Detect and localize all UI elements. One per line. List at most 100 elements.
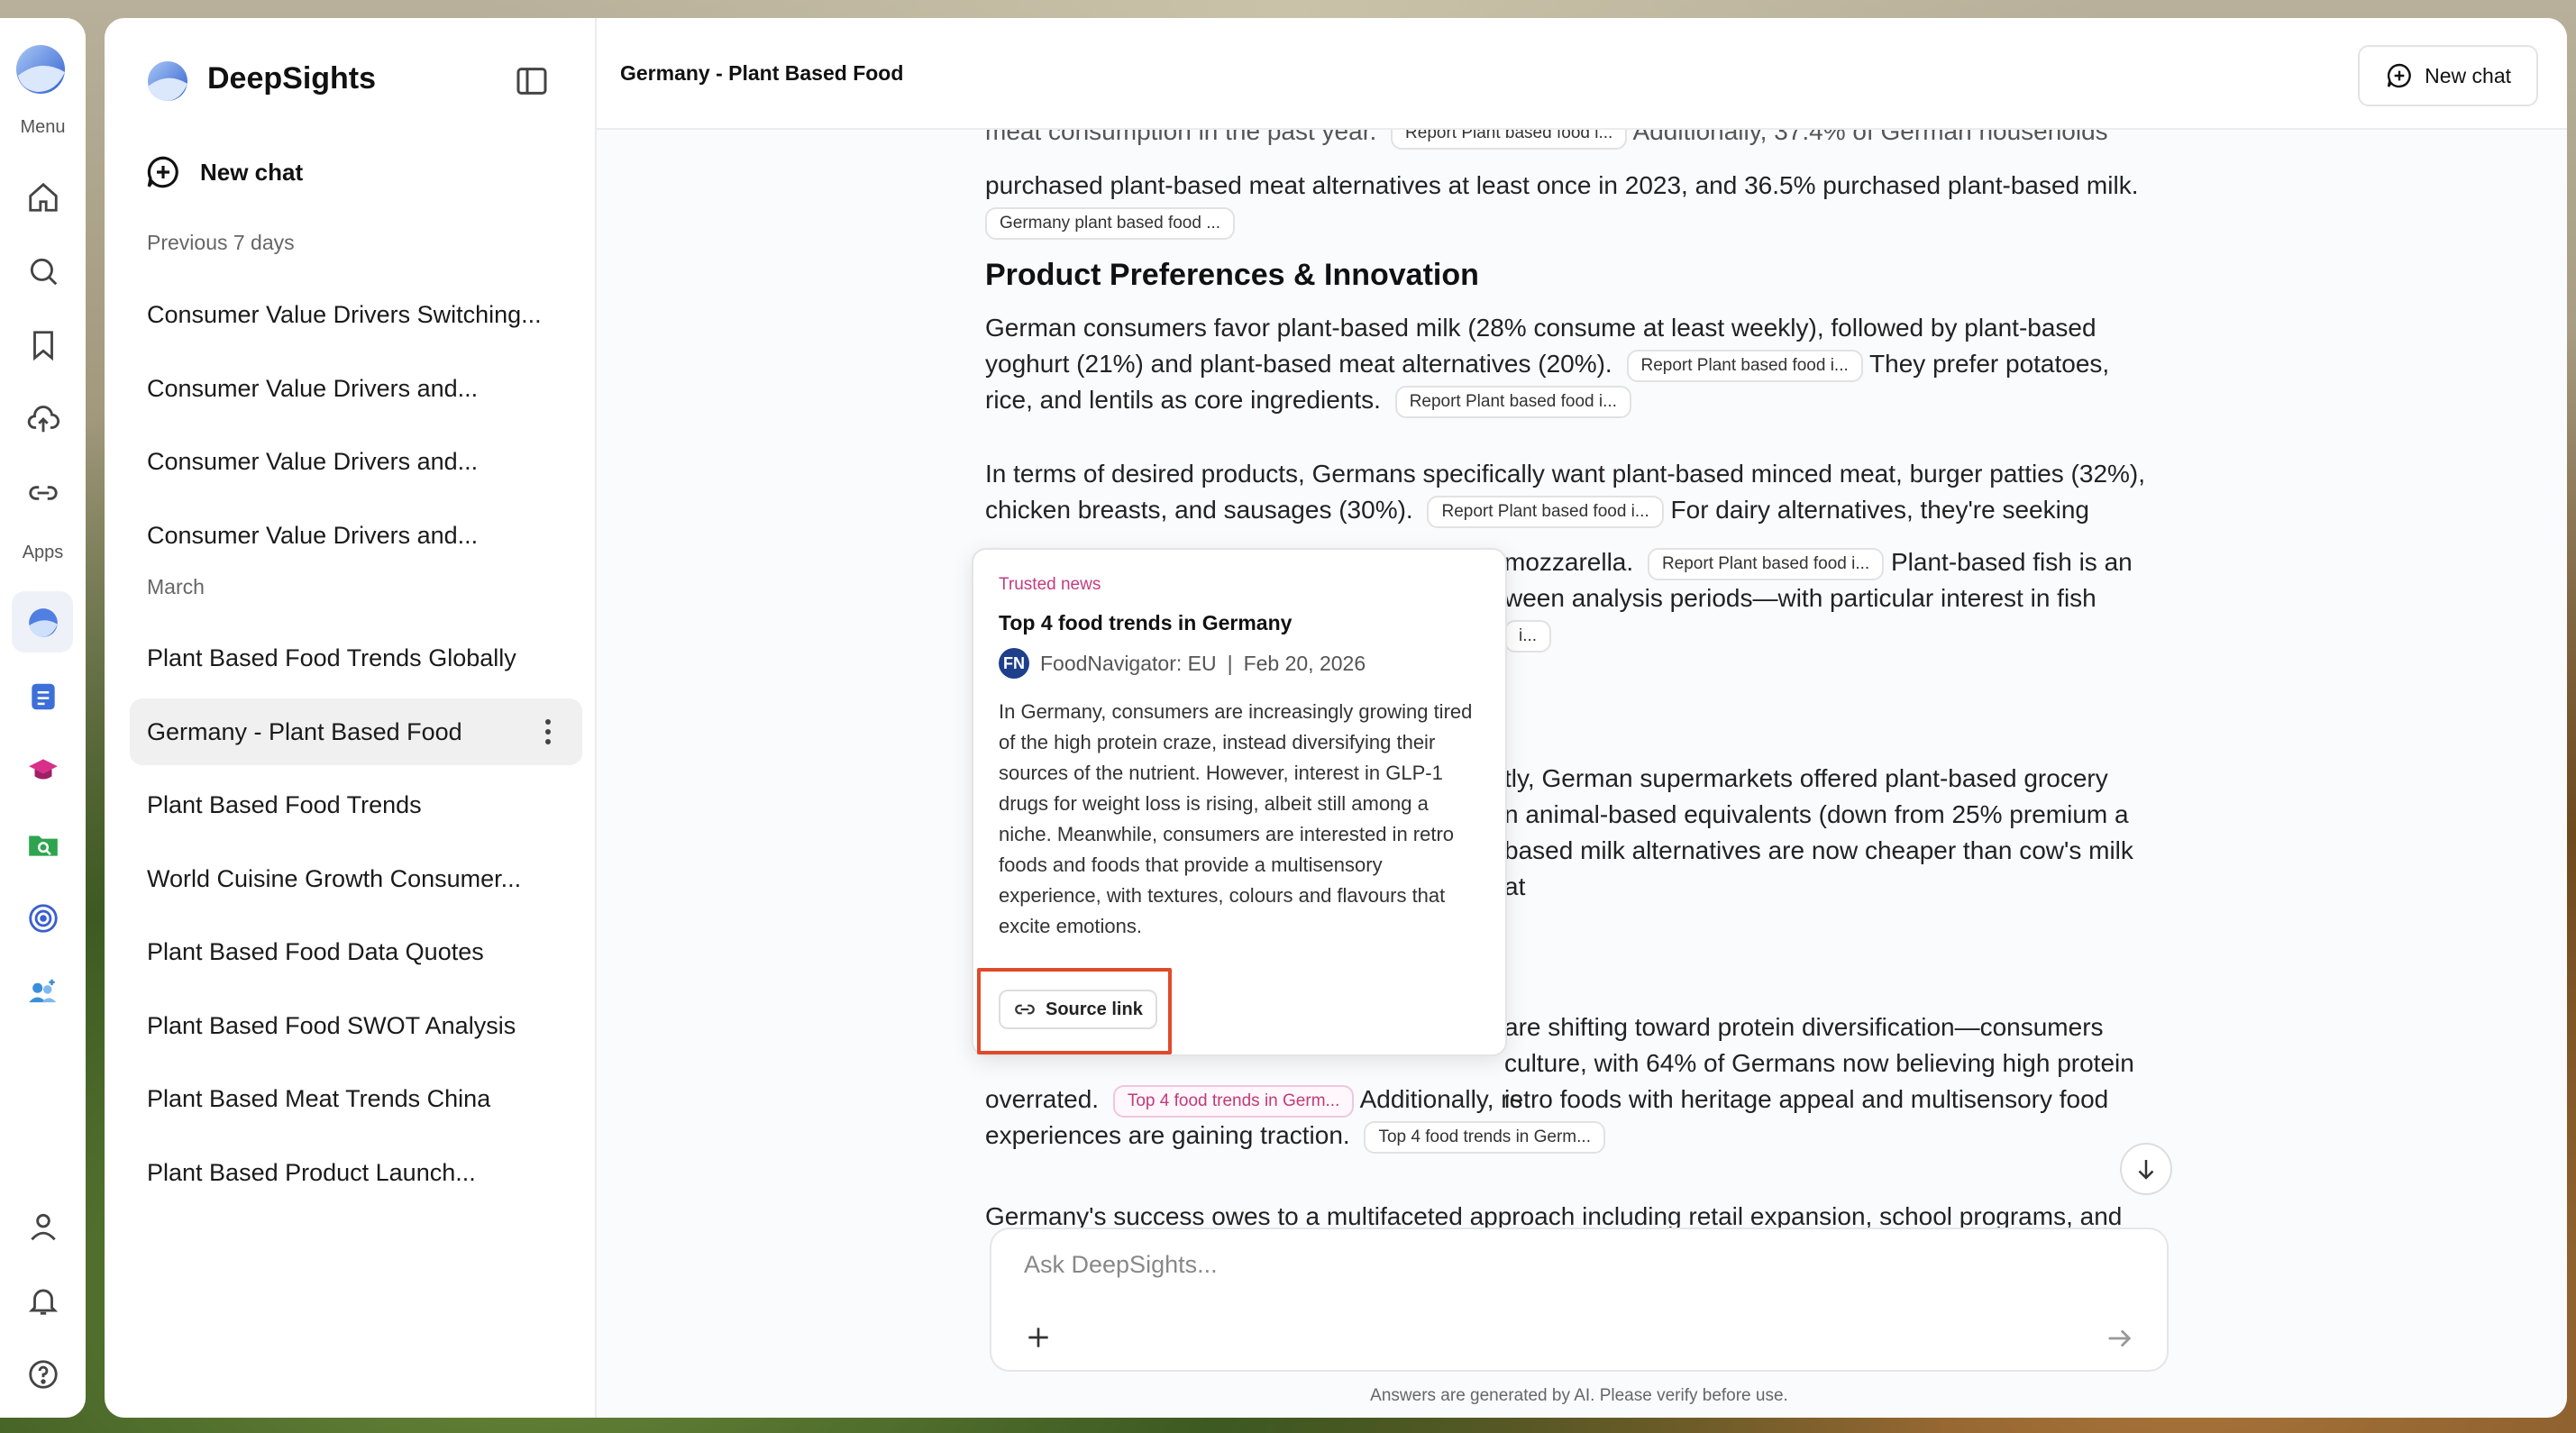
source-publisher: FoodNavigator: EU — [1040, 651, 1217, 675]
chat-item[interactable]: Plant Based Food SWOT Analysis — [130, 992, 582, 1059]
text-fragment: ween analysis periods—with particular in… — [1504, 584, 2096, 612]
text-fragment: mozzarella. — [1504, 548, 1634, 576]
menu-label: Menu — [20, 117, 66, 137]
deepsights-logo-icon[interactable] — [11, 40, 70, 99]
section-previous-7-days: Previous 7 days — [147, 231, 295, 254]
text-fragment: experiences are gaining traction. — [985, 1121, 1350, 1149]
deepsights-app-icon[interactable] — [24, 604, 62, 642]
document-app-icon[interactable] — [24, 678, 62, 716]
page-title: Germany - Plant Based Food — [620, 61, 904, 85]
meta-separator: | — [1227, 651, 1233, 675]
ask-input[interactable] — [1024, 1251, 2015, 1279]
answer-paragraph: In terms of desired products, Germans sp… — [985, 456, 2157, 528]
scroll-down-button[interactable] — [2120, 1143, 2172, 1195]
ask-box — [990, 1228, 2169, 1372]
text-fragment: purchased plant-based meat alternatives … — [985, 171, 2139, 199]
text-fragment: tly, German supermarkets offered plant-b… — [1504, 764, 2108, 792]
collapse-sidebar-icon[interactable] — [514, 63, 550, 99]
text-fragment: They prefer potatoes, — [1869, 350, 2110, 378]
team-app-icon[interactable] — [24, 973, 62, 1011]
citation-chip[interactable]: Report Plant based food i... — [1391, 130, 1628, 150]
radar-app-icon[interactable] — [24, 899, 62, 937]
answer-paragraph: overrated. Top 4 food trends in Germ... … — [985, 1082, 2157, 1154]
text-fragment: are shifting toward protein diversificat… — [1504, 1013, 2104, 1041]
arrow-down-icon — [2138, 1160, 2154, 1180]
help-icon[interactable] — [24, 1355, 62, 1393]
text-fragment: Germany's success owes to a multifaceted… — [985, 1202, 2123, 1230]
section-march: March — [147, 575, 205, 598]
chat-item[interactable]: Consumer Value Drivers and... — [130, 502, 582, 569]
new-chat-label: New chat — [200, 158, 304, 186]
text-fragment: based milk alternatives are now cheaper … — [1504, 836, 2133, 900]
answer-paragraph: purchased plant-based meat alternatives … — [985, 168, 2157, 240]
citation-chip[interactable]: Germany plant based food ... — [985, 206, 1236, 240]
answer-paragraph-partial: mozzarella. Report Plant based food i...… — [1504, 544, 2157, 653]
text-fragment: For dairy alternatives, they're seeking — [1670, 496, 2089, 524]
chat-item[interactable]: Plant Based Product Launch... — [130, 1139, 582, 1206]
chat-history-sidebar: DeepSights New chat Previous 7 days Cons… — [105, 18, 597, 1418]
chat-item-label: Germany - Plant Based Food — [147, 717, 462, 745]
chat-item[interactable]: Plant Based Food Trends — [130, 771, 582, 838]
answer-paragraph-cut: meat consumption in the past year. Repor… — [985, 130, 2157, 150]
home-icon[interactable] — [24, 178, 62, 216]
text-fragment: rice, and lentils as core ingredients. — [985, 386, 1381, 414]
text-fragment: German consumers favor plant-based milk … — [985, 314, 2096, 342]
top-bar: Germany - Plant Based Food New chat — [597, 18, 2567, 130]
text-fragment: In terms of desired products, Germans sp… — [985, 460, 2146, 488]
send-arrow-icon[interactable] — [2104, 1323, 2134, 1354]
chat-item[interactable]: Consumer Value Drivers and... — [130, 428, 582, 495]
user-icon[interactable] — [24, 1208, 62, 1246]
attach-plus-icon[interactable] — [1024, 1323, 1053, 1352]
text-fragment: chicken breasts, and sausages (30%). — [985, 496, 1413, 524]
citation-chip[interactable]: Report Plant based food i... — [1427, 495, 1664, 528]
chat-item[interactable]: Consumer Value Drivers Switching... — [130, 281, 582, 348]
more-options-icon[interactable] — [544, 718, 552, 745]
text-fragment: Additionally, 37.4% of German households — [1632, 130, 2108, 145]
apps-label: Apps — [22, 543, 64, 562]
new-chat-top-button[interactable]: New chat — [2358, 45, 2538, 106]
text-fragment: overrated. — [985, 1085, 1100, 1113]
brand-name: DeepSights — [207, 61, 377, 96]
bookmark-icon[interactable] — [24, 326, 62, 364]
text-fragment: Plant-based fish is an — [1891, 548, 2133, 576]
citation-chip[interactable]: Report Plant based food i... — [1394, 385, 1631, 418]
answer-paragraph-partial: tly, German supermarkets offered plant-b… — [1504, 761, 2157, 905]
main-chat-area: Germany - Plant Based Food New chat meat… — [597, 18, 2567, 1418]
source-avatar: FN — [999, 648, 1029, 679]
chat-item[interactable]: Plant Based Food Trends Globally — [130, 625, 582, 691]
chat-item-active[interactable]: Germany - Plant Based Food — [130, 698, 582, 765]
education-app-icon[interactable] — [24, 752, 62, 790]
chat-item[interactable]: Consumer Value Drivers and... — [130, 355, 582, 422]
folder-search-app-icon[interactable] — [24, 826, 62, 863]
citation-chip[interactable]: Report Plant based food i... — [1647, 547, 1885, 580]
link-icon[interactable] — [24, 474, 62, 512]
source-tag: Trusted news — [999, 575, 1101, 594]
text-fragment: n animal-based equivalents (down from 25… — [1504, 800, 2129, 828]
search-icon[interactable] — [24, 252, 62, 290]
answer-paragraph: German consumers favor plant-based milk … — [985, 310, 2157, 418]
text-fragment: Additionally, retro foods with heritage … — [1359, 1085, 2109, 1113]
chat-item[interactable]: Plant Based Food Data Quotes — [130, 918, 582, 985]
new-chat-button[interactable]: New chat — [144, 153, 303, 191]
chat-item[interactable]: Plant Based Meat Trends China — [130, 1065, 582, 1132]
source-title: Top 4 food trends in Germany — [999, 611, 1293, 634]
new-chat-icon — [147, 156, 178, 188]
citation-chip-active[interactable]: Top 4 food trends in Germ... — [1112, 1084, 1355, 1118]
citation-chip[interactable]: Report Plant based food i... — [1626, 349, 1863, 382]
citation-chip[interactable]: i... — [1504, 619, 1552, 653]
text-fragment: yoghurt (21%) and plant-based meat alter… — [985, 350, 1612, 378]
annotation-highlight-box — [977, 968, 1172, 1054]
brand-logo-icon — [148, 61, 187, 101]
icon-rail: Menu Apps — [0, 18, 86, 1418]
chat-item[interactable]: World Cuisine Growth Consumer... — [130, 845, 582, 912]
section-heading: Product Preferences & Innovation — [985, 258, 1479, 292]
ai-disclaimer: Answers are generated by AI. Please veri… — [1370, 1386, 1788, 1405]
citation-chip[interactable]: Top 4 food trends in Germ... — [1364, 1120, 1605, 1154]
bell-icon[interactable] — [24, 1282, 62, 1319]
new-chat-icon — [2387, 63, 2411, 88]
source-date: Feb 20, 2026 — [1243, 651, 1366, 675]
source-meta: FN FoodNavigator: EU | Feb 20, 2026 — [999, 648, 1480, 679]
upload-icon[interactable] — [24, 400, 62, 438]
new-chat-top-label: New chat — [2425, 63, 2511, 87]
text-fragment: meat consumption in the past year. — [985, 130, 1377, 145]
